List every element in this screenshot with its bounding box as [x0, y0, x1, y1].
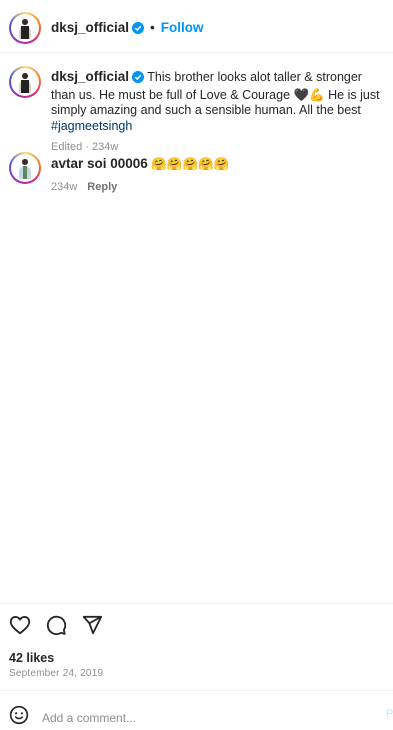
caption-username[interactable]: dksj_official [51, 69, 129, 84]
comment-meta: 234w Reply [51, 181, 229, 193]
reply-button[interactable]: Reply [87, 181, 117, 193]
comment-divider [0, 690, 393, 691]
comment-emojis: 🤗🤗🤗🤗🤗 [151, 157, 230, 171]
caption-text: dksj_official This brother looks alot ta… [51, 69, 389, 156]
verified-badge-icon [132, 71, 145, 88]
flexed-biceps-emoji-icon: 💪 [309, 87, 325, 102]
heart-icon[interactable] [9, 614, 31, 638]
comment-text: avtar soi 00006 🤗🤗🤗🤗🤗 234w Reply [51, 156, 229, 193]
share-icon[interactable] [81, 614, 103, 638]
post-date: September 24, 2019 [9, 668, 104, 679]
commenter-avatar-icon[interactable] [9, 152, 41, 184]
post-header: dksj_official • Follow [9, 12, 389, 46]
header-divider [0, 52, 393, 53]
caption-avatar-icon[interactable] [9, 66, 41, 98]
verified-badge-icon [132, 22, 145, 37]
separator-dot: • [150, 20, 155, 35]
add-comment-bar [9, 705, 344, 730]
header-username[interactable]: dksj_official [51, 20, 129, 35]
caption-meta: Edited · 234w [51, 141, 119, 153]
profile-avatar-icon[interactable] [9, 12, 41, 44]
actions-divider [0, 603, 393, 604]
commenter-username[interactable]: avtar soi 00006 [51, 156, 148, 171]
comment-input[interactable] [40, 709, 344, 726]
action-bar [9, 614, 103, 638]
post-button[interactable]: P [386, 708, 393, 720]
hashtag-link[interactable]: #jagmeetsingh [51, 119, 132, 133]
smiley-icon[interactable] [9, 705, 29, 730]
header-meta: dksj_official • Follow [51, 20, 204, 37]
comment-age: 234w [51, 181, 78, 193]
follow-button[interactable]: Follow [161, 20, 204, 35]
heart-emoji-icon: 🖤 [293, 87, 310, 102]
likes-count[interactable]: 42 likes [9, 651, 54, 665]
comment-icon[interactable] [45, 614, 67, 638]
